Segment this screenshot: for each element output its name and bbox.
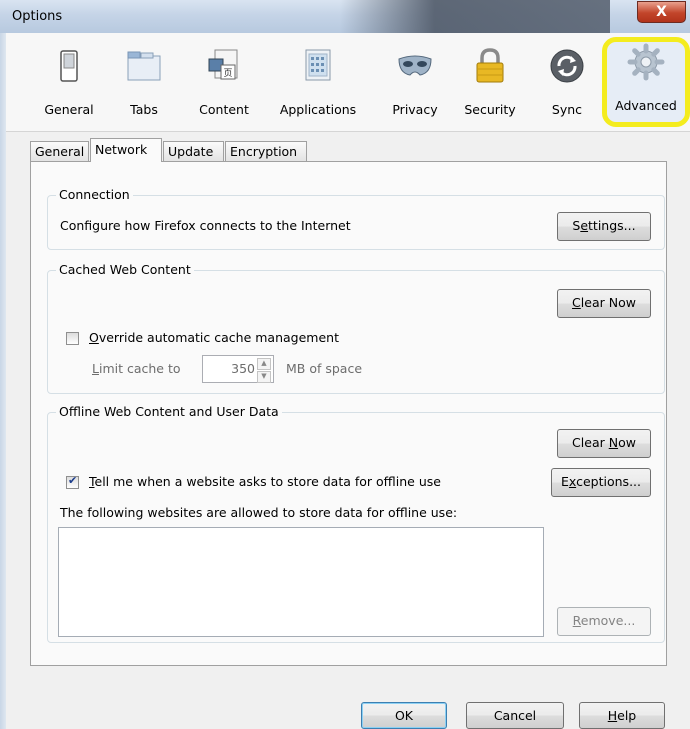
toolbar-security-label: Security (464, 102, 516, 117)
exceptions-label-pre: E (561, 474, 569, 489)
applications-list-icon (305, 49, 331, 81)
override-label-post: verride automatic cache management (98, 330, 339, 345)
content-page-icon: 页 (208, 49, 238, 80)
switch-icon (60, 50, 78, 82)
clear-cache-label-post: lear Now (580, 295, 636, 310)
clear-cache-button[interactable]: Clear Now (557, 289, 651, 318)
exceptions-label-post: ceptions... (576, 474, 641, 489)
spin-down-icon[interactable]: ▼ (257, 371, 271, 383)
toolbar-tabs[interactable]: Tabs (116, 41, 172, 123)
remove-button[interactable]: Remove... (557, 607, 651, 636)
connection-group: Connection Configure how Firefox connect… (47, 187, 665, 250)
cancel-button[interactable]: Cancel (466, 702, 564, 729)
tabs-window-icon (127, 51, 161, 81)
close-button[interactable]: X (637, 1, 686, 23)
override-label-accel: O (89, 330, 99, 345)
connection-settings-button[interactable]: Settings... (557, 212, 651, 241)
spin-up-icon[interactable]: ▲ (257, 358, 271, 370)
tell-offline-label: Tell me when a website asks to store dat… (89, 474, 441, 489)
toolbar-privacy[interactable]: Privacy (384, 41, 446, 123)
clear-offline-label-post: ow (618, 435, 636, 450)
tab-encryption[interactable]: Encryption (225, 141, 307, 161)
svg-text:页: 页 (223, 68, 232, 79)
toolbar-general-label: General (44, 102, 94, 117)
exceptions-button[interactable]: Exceptions... (551, 468, 651, 497)
limit-label-accel: L (92, 361, 99, 376)
clear-offline-label-accel: N (608, 435, 619, 450)
padlock-icon (476, 48, 504, 83)
toolbar-advanced[interactable]: Advanced (602, 37, 690, 127)
window-border (0, 33, 6, 729)
toolbar-applications[interactable]: Applications (268, 41, 368, 123)
toolbar-sync[interactable]: Sync (540, 41, 594, 123)
offline-group: Offline Web Content and User Data Clear … (47, 404, 665, 643)
help-label-post: elp (617, 708, 637, 723)
settings-label-accel: e (580, 218, 589, 233)
connection-group-title: Connection (56, 187, 133, 202)
tab-update[interactable]: Update (163, 141, 224, 161)
remove-label-accel: R (572, 613, 581, 628)
help-label-accel: H (607, 708, 618, 723)
toolbar-applications-label: Applications (279, 102, 357, 117)
toolbar-content[interactable]: 页 Content (192, 41, 256, 123)
cache-unit-label: MB of space (286, 361, 363, 376)
preferences-toolbar: General Tabs 页 Content Applications Priv… (6, 33, 690, 132)
toolbar-tabs-label: Tabs (130, 102, 158, 117)
toolbar-security[interactable]: Security (458, 41, 522, 123)
offline-group-title: Offline Web Content and User Data (56, 404, 282, 419)
spinner-arrows: ▲ ▼ (257, 358, 271, 383)
limit-cache-label: Limit cache to (92, 361, 181, 376)
limit-label-post: imit cache to (98, 361, 181, 376)
ok-button[interactable]: OK (361, 702, 447, 729)
toolbar-sync-label: Sync (551, 102, 583, 117)
tell-label-post: ell me when a website asks to store data… (94, 474, 441, 489)
cache-group: Cached Web Content Clear Now Override au… (47, 262, 665, 394)
remove-label-post: emove... (580, 613, 636, 628)
toolbar-advanced-label: Advanced (615, 98, 677, 113)
tell-offline-checkbox[interactable] (66, 474, 79, 489)
allowed-sites-label: The following websites are allowed to st… (60, 505, 458, 520)
tab-network[interactable]: Network (90, 138, 162, 162)
override-cache-label: Override automatic cache management (89, 330, 339, 345)
toolbar-privacy-label: Privacy (392, 102, 438, 117)
window-title: Options (12, 9, 63, 24)
cache-group-title: Cached Web Content (56, 262, 194, 277)
title-bar-shade (340, 0, 610, 33)
sync-arrows-icon (550, 49, 584, 83)
clear-offline-label-pre: Clear (572, 435, 609, 450)
cache-size-value: 350 (231, 361, 255, 376)
connection-description: Configure how Firefox connects to the In… (60, 218, 351, 233)
gear-icon (627, 43, 665, 81)
close-icon: X (656, 4, 667, 20)
title-bar: Options X (0, 0, 690, 33)
tab-general[interactable]: General (30, 141, 89, 161)
offline-sites-list[interactable] (58, 527, 544, 637)
override-cache-checkbox[interactable] (66, 332, 79, 345)
clear-cache-label-accel: C (572, 295, 581, 310)
toolbar-content-label: Content (199, 102, 249, 117)
clear-offline-button[interactable]: Clear Now (557, 429, 651, 458)
network-panel: Connection Configure how Firefox connect… (30, 161, 667, 666)
toolbar-general[interactable]: General (35, 41, 103, 123)
mask-icon (398, 55, 432, 76)
settings-label-post: ttings... (588, 218, 636, 233)
help-button[interactable]: Help (579, 702, 665, 729)
cache-size-spinner[interactable]: 350 ▲ ▼ (202, 355, 274, 383)
